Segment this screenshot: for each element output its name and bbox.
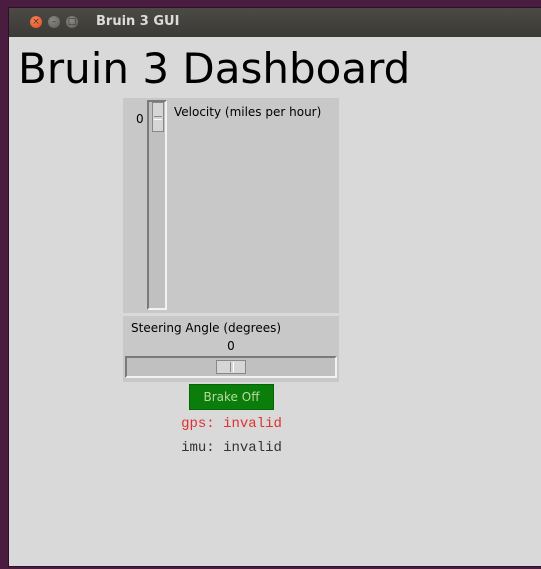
steering-slider[interactable] [125,356,337,378]
minimize-window-icon[interactable]: – [48,16,60,28]
imu-status: imu: invalid [181,440,282,456]
close-window-icon[interactable]: × [30,16,42,28]
steering-value: 0 [227,339,235,353]
brake-button[interactable]: Brake Off [189,384,274,410]
gps-status: gps: invalid [181,416,282,432]
velocity-panel: 0 Velocity (miles per hour) [123,98,339,313]
steering-panel: Steering Angle (degrees) 0 [123,316,339,382]
window-title: Bruin 3 GUI [96,14,180,29]
steering-slider-handle[interactable] [216,360,246,374]
dashboard-title: Bruin 3 Dashboard [18,44,411,93]
velocity-value: 0 [136,112,144,126]
steering-label: Steering Angle (degrees) [131,321,282,335]
velocity-slider[interactable] [147,100,167,310]
app-window: × – □ Bruin 3 GUI Bruin 3 Dashboard 0 Ve… [9,8,541,566]
velocity-slider-handle[interactable] [152,102,164,132]
title-bar[interactable]: × – □ Bruin 3 GUI [9,8,541,37]
velocity-label: Velocity (miles per hour) [174,105,322,119]
maximize-window-icon[interactable]: □ [66,16,78,28]
